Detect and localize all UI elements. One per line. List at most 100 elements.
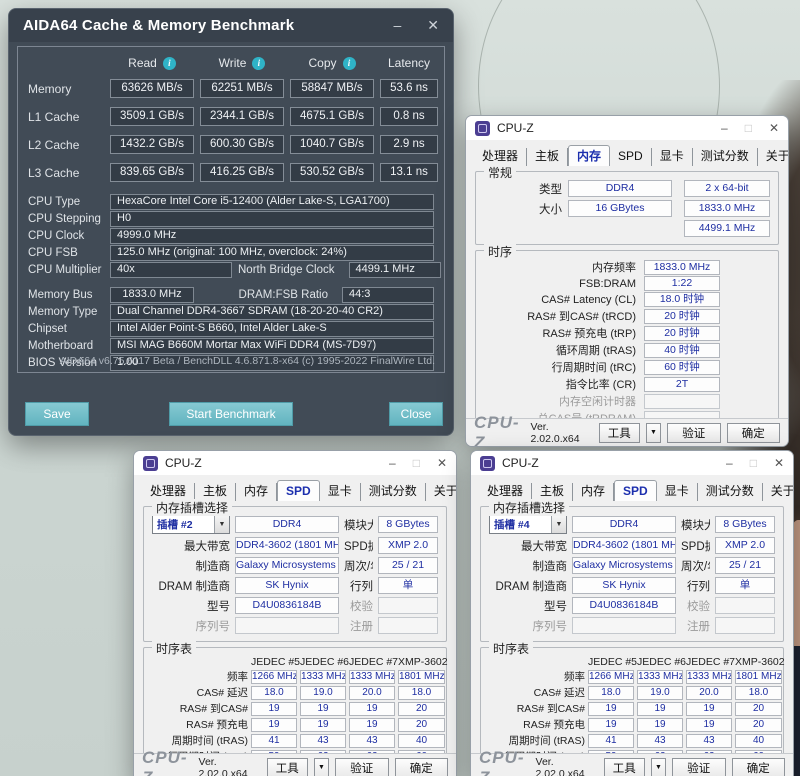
chevron-down-icon[interactable]: ▼ <box>551 516 566 533</box>
tab[interactable]: 测试分数 <box>698 483 763 501</box>
module-size-label: 模块大小 <box>344 517 373 533</box>
timing-row: RAS# 到CAS# (tRCD) 20 时钟 <box>484 308 770 324</box>
version-text: Ver. 2.02.0.x64 <box>531 421 593 445</box>
timings-table-row: CAS# 延迟 18.0 19.0 20.0 18.0 <box>489 685 775 700</box>
chevron-down-icon[interactable]: ▼ <box>214 516 229 533</box>
timing-label: RAS# 预充电 (tRP) <box>484 325 636 341</box>
tab[interactable]: 显卡 <box>652 148 693 166</box>
benchmark-latency-value: 0.8 ns <box>380 107 438 126</box>
timing-label: FSB:DRAM <box>484 278 636 290</box>
benchmark-row: L1 Cache 3509.1 GB/s 2344.1 GB/s 4675.1 … <box>28 107 434 126</box>
ok-button[interactable]: 确定 <box>727 423 780 443</box>
close-icon[interactable]: ✕ <box>437 456 447 470</box>
tab[interactable]: 显卡 <box>657 483 698 501</box>
cpu-type-row: CPU Type HexaCore Intel Core i5-12400 (A… <box>28 194 434 210</box>
tab[interactable]: 测试分数 <box>361 483 426 501</box>
timings-table-row: RAS# 到CAS# 19 19 19 20 <box>152 701 438 716</box>
tab[interactable]: 主板 <box>527 148 568 166</box>
tab[interactable]: 内存 <box>573 483 614 501</box>
channels-value: 2 x 64-bit <box>684 180 770 197</box>
benchmark-row-label: L2 Cache <box>28 138 104 152</box>
slot-select-group: 内存插槽选择 插槽 #2 ▼ DDR4 模块大小 8 GBytes 最大带宽 D… <box>143 506 447 642</box>
tools-button[interactable]: 工具 <box>267 758 308 776</box>
info-icon[interactable]: i <box>163 57 176 70</box>
timing-row: 行周期时间 (tRC) 60 时钟 <box>484 359 770 375</box>
minimize-icon[interactable]: – <box>393 17 401 34</box>
timings-column-header: JEDEC #6 <box>300 656 346 668</box>
tab[interactable]: SPD <box>610 148 652 166</box>
timings-table-row: RAS# 预充电 19 19 19 20 <box>152 717 438 732</box>
tab[interactable]: 关于 <box>763 483 794 501</box>
tab[interactable]: 关于 <box>758 148 789 166</box>
timing-value: 18.0 时钟 <box>644 292 720 307</box>
info-icon[interactable]: i <box>343 57 356 70</box>
validate-button[interactable]: 验证 <box>335 758 388 776</box>
tools-button[interactable]: 工具 <box>599 423 640 443</box>
tools-dropdown-icon[interactable]: ▼ <box>651 758 666 776</box>
maximize-icon: □ <box>750 456 757 470</box>
timing-value: 60 时钟 <box>644 360 720 375</box>
minimize-icon[interactable]: – <box>726 456 733 470</box>
minimize-icon[interactable]: – <box>721 121 728 135</box>
info-icon[interactable]: i <box>252 57 265 70</box>
close-icon[interactable]: ✕ <box>774 456 784 470</box>
validate-button[interactable]: 验证 <box>667 423 720 443</box>
tools-dropdown-icon[interactable]: ▼ <box>646 423 661 443</box>
benchmark-column-header: Latency <box>380 56 438 70</box>
save-button[interactable]: Save <box>25 402 89 426</box>
close-icon[interactable]: ✕ <box>427 17 439 34</box>
timing-row: RAS# 预充电 (tRP) 20 时钟 <box>484 325 770 341</box>
ok-button[interactable]: 确定 <box>395 758 448 776</box>
module-size-value: 8 GBytes <box>715 516 775 533</box>
benchmark-column-header: Read i <box>110 56 194 70</box>
tab[interactable]: SPD <box>277 480 320 501</box>
benchmark-copy-value: 4675.1 GB/s <box>290 107 374 126</box>
spd-info-row: 型号 D4U0836184B 校验 <box>489 597 775 614</box>
tools-button[interactable]: 工具 <box>604 758 645 776</box>
cpu-stepping-row: CPU Stepping H0 <box>28 211 434 227</box>
slot-select[interactable]: 插槽 #2 ▼ <box>152 515 230 534</box>
timing-row: FSB:DRAM 1:22 <box>484 276 770 291</box>
tab[interactable]: 测试分数 <box>693 148 758 166</box>
tab[interactable]: 关于 <box>426 483 457 501</box>
tab[interactable]: SPD <box>614 480 657 501</box>
tab[interactable]: 显卡 <box>320 483 361 501</box>
cpuz-logo: CPU-Z <box>474 413 525 448</box>
spd-info-row: 最大带宽 DDR4-3602 (1801 MHz) SPD扩展 XMP 2.0 <box>152 537 438 554</box>
timings-table-header: JEDEC #5JEDEC #6JEDEC #7XMP-3602 <box>152 656 438 668</box>
benchmark-read-value: 3509.1 GB/s <box>110 107 194 126</box>
validate-button[interactable]: 验证 <box>672 758 725 776</box>
timing-row: 指令比率 (CR) 2T <box>484 376 770 392</box>
size-label: 大小 <box>484 201 562 217</box>
slot-select-group: 内存插槽选择 插槽 #4 ▼ DDR4 模块大小 8 GBytes 最大带宽 D… <box>480 506 784 642</box>
timings-column-header: JEDEC #7 <box>349 656 395 668</box>
window-title: AIDA64 Cache & Memory Benchmark <box>23 17 294 34</box>
timing-value: 1833.0 MHz <box>644 260 720 275</box>
close-icon[interactable]: ✕ <box>769 121 779 135</box>
timings-table-row: CAS# 延迟 18.0 19.0 20.0 18.0 <box>152 685 438 700</box>
mem-controller-value: 1833.0 MHz <box>684 200 770 217</box>
tab[interactable]: 内存 <box>568 145 610 166</box>
timings-column-header: XMP-3602 <box>735 656 782 668</box>
benchmark-row-label: Memory <box>28 82 104 96</box>
tab[interactable]: 内存 <box>236 483 277 501</box>
close-button[interactable]: Close <box>389 402 443 426</box>
minimize-icon[interactable]: – <box>389 456 396 470</box>
ok-button[interactable]: 确定 <box>732 758 785 776</box>
benchmark-row: L2 Cache 1432.2 GB/s 600.30 GB/s 1040.7 … <box>28 135 434 154</box>
maximize-icon: □ <box>413 456 420 470</box>
benchmark-column-header: Copy i <box>290 56 374 70</box>
cpuz-app-icon <box>480 456 495 471</box>
tools-dropdown-icon[interactable]: ▼ <box>314 758 329 776</box>
slot-select[interactable]: 插槽 #4 ▼ <box>489 515 567 534</box>
timings-column-header: JEDEC #5 <box>251 656 297 668</box>
cpuz-footer: CPU-Z Ver. 2.02.0.x64 工具 ▼ 验证 确定 <box>471 753 793 776</box>
spd-info-row: 序列号 注册 <box>489 617 775 634</box>
timings-table-header: JEDEC #5JEDEC #6JEDEC #7XMP-3602 <box>489 656 775 668</box>
start-benchmark-button[interactable]: Start Benchmark <box>169 402 293 426</box>
general-group: 常规 类型 DDR4 通道数 2 x 64-bit 大小 16 GBytes M… <box>475 171 779 245</box>
timing-label: 指令比率 (CR) <box>484 376 636 392</box>
ddr-type-value: DDR4 <box>572 516 676 533</box>
benchmark-copy-value: 530.52 GB/s <box>290 163 374 182</box>
size-value: 16 GBytes <box>568 200 672 217</box>
